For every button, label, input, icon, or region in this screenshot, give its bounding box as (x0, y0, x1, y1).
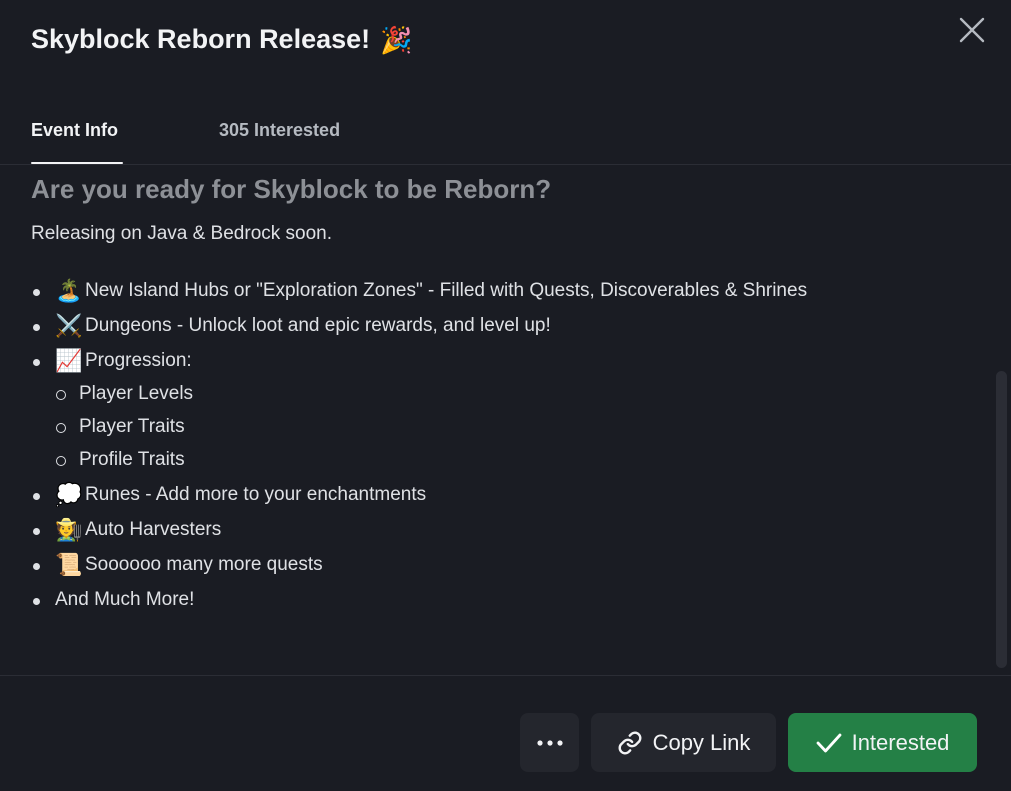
checkmark-icon (816, 733, 841, 752)
description-intro: Releasing on Java & Bedrock soon. (31, 223, 333, 244)
event-title-text: Skyblock Reborn Release! (31, 24, 371, 54)
interested-button[interactable]: Interested (788, 713, 977, 772)
copy-link-label: Copy Link (652, 729, 751, 755)
farmer-icon: 🧑‍🌾 (55, 517, 83, 542)
party-popper-icon: 🎉 (380, 24, 413, 55)
interested-label: Interested (851, 729, 950, 755)
more-options-button[interactable] (520, 713, 579, 772)
tab-interested[interactable]: 305 Interested (219, 120, 340, 164)
list-item-text: Progression: (85, 350, 192, 371)
list-item-text: Auto Harvesters (85, 519, 222, 540)
list-item-text: New Island Hubs or "Exploration Zones" -… (85, 280, 808, 301)
modal-footer: Copy Link Interested (0, 675, 1011, 791)
sublist-item: Profile Traits (31, 448, 807, 472)
sublist-item: Player Traits (31, 415, 807, 439)
list-item-text: Runes - Add more to your enchantments (85, 484, 427, 505)
crossed-swords-icon: ⚔️ (55, 313, 83, 338)
scroll-icon: 📜 (55, 552, 83, 577)
more-dots-icon (536, 739, 563, 746)
list-item: 🏝️ New Island Hubs or "Exploration Zones… (31, 279, 807, 303)
link-icon (618, 731, 642, 754)
list-item: 📈 Progression: (31, 349, 807, 373)
list-item: 🧑‍🌾 Auto Harvesters (31, 518, 807, 542)
tab-bar: Event Info 305 Interested (0, 108, 1011, 165)
list-item: ⚔️ Dungeons - Unlock loot and epic rewar… (31, 314, 807, 338)
close-icon (959, 17, 985, 43)
description-heading: Are you ready for Skyblock to be Reborn? (31, 174, 552, 204)
tab-event-info[interactable]: Event Info (31, 120, 123, 164)
thought-bubble-icon: 💭 (55, 482, 83, 507)
island-icon: 🏝️ (55, 278, 83, 303)
feature-list: 🏝️ New Island Hubs or "Exploration Zones… (31, 279, 807, 623)
event-title: Skyblock Reborn Release! 🎉 (31, 24, 413, 55)
event-description: Are you ready for Skyblock to be Reborn?… (0, 166, 990, 674)
list-item: 💭 Runes - Add more to your enchantments (31, 483, 807, 507)
list-item-text: And Much More! (55, 589, 195, 610)
list-item: And Much More! (31, 588, 807, 612)
list-item-text: Soooooo many more quests (85, 554, 323, 575)
close-button[interactable] (954, 12, 990, 48)
list-item: 📜 Soooooo many more quests (31, 553, 807, 577)
progression-sublist: Player Levels Player Traits Profile Trai… (31, 382, 807, 472)
list-item-text: Dungeons - Unlock loot and epic rewards,… (85, 315, 551, 336)
scrollbar-thumb[interactable] (996, 371, 1007, 668)
chart-increasing-icon: 📈 (55, 348, 83, 373)
copy-link-button[interactable]: Copy Link (591, 713, 776, 772)
sublist-item: Player Levels (31, 382, 807, 406)
